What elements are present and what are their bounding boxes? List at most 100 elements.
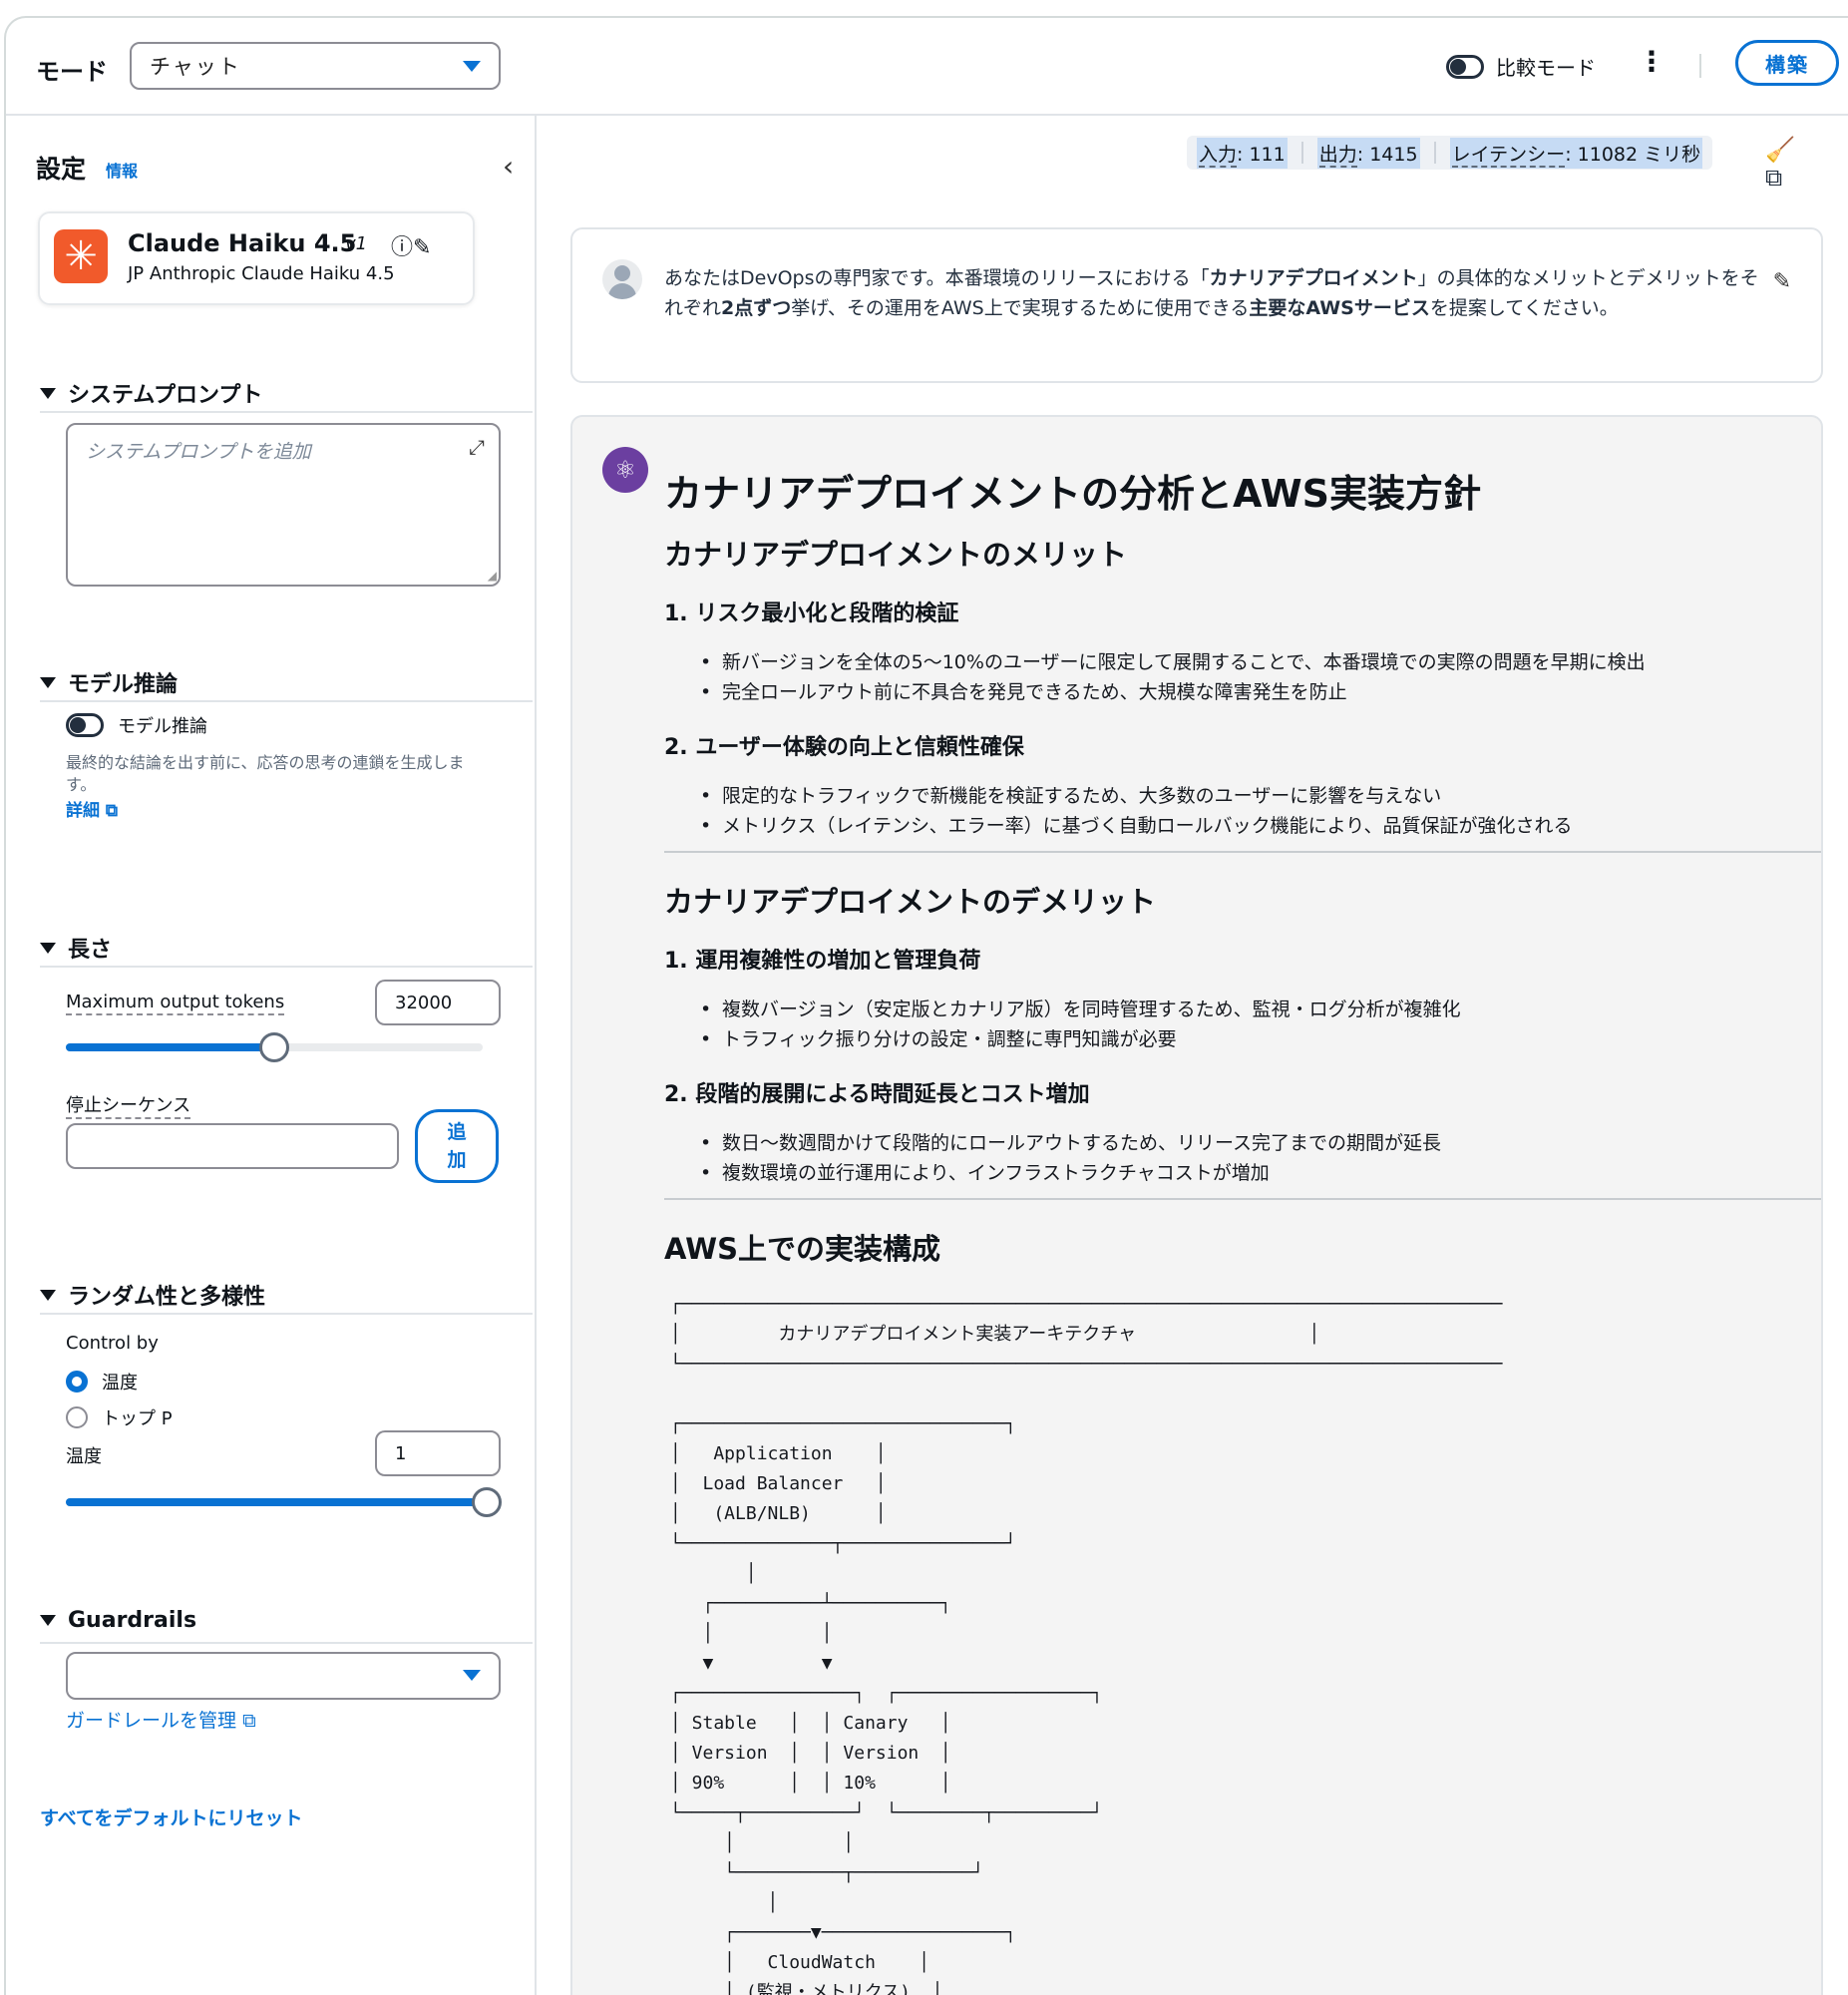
control-by-label: Control by bbox=[66, 1333, 159, 1354]
guardrails-header[interactable]: Guardrails bbox=[40, 1608, 196, 1633]
stat-divider bbox=[1433, 142, 1436, 164]
system-prompt-header[interactable]: システムプロンプト bbox=[40, 377, 262, 409]
divider bbox=[40, 1642, 533, 1644]
prompt-text-part: あなたはDevOpsの専門家です。本番環境のリリースにおける「 bbox=[664, 267, 1210, 289]
radio-temperature[interactable]: 温度 bbox=[66, 1369, 138, 1395]
chat-actions: 🧹⧉ bbox=[1765, 136, 1848, 192]
chat-panel: 入力: 111 出力: 1415 レイテンシー: 11082 ミリ秒 🧹⧉ あな… bbox=[539, 116, 1848, 1995]
expand-icon[interactable]: ⤢ bbox=[469, 435, 485, 459]
reset-defaults-link[interactable]: すべてをデフォルトにリセット bbox=[40, 1807, 303, 1829]
merit-2-list: 限定的なトラフィックで新機能を検証するため、大多数のユーザーに影響を与えない メ… bbox=[700, 781, 1821, 841]
app-frame: モード チャット 比較モード ⋮ 構築 設定 情報 ‹ ✳ Claude Hai… bbox=[4, 16, 1848, 1995]
latency-stat-label: レイテンシー bbox=[1451, 143, 1566, 168]
external-link-icon: ⧉ bbox=[242, 1710, 256, 1732]
guardrails-header-label: Guardrails bbox=[68, 1608, 197, 1633]
demerit-2-list: 数日〜数週間かけて段階的にロールアウトするため、リリース完了までの期間が延長 複… bbox=[700, 1128, 1821, 1188]
top-bar: モード チャット 比較モード ⋮ 構築 bbox=[6, 18, 1848, 116]
max-tokens-slider-fill bbox=[66, 1043, 274, 1051]
more-options-icon[interactable]: ⋮ bbox=[1638, 48, 1665, 76]
max-tokens-label-wrap: Maximum output tokens bbox=[66, 992, 285, 1015]
max-tokens-input[interactable]: 32000 bbox=[375, 980, 501, 1025]
radio-top-p[interactable]: トップ P bbox=[66, 1404, 173, 1430]
length-header[interactable]: 長さ bbox=[40, 932, 112, 964]
list-item: 複数環境の並行運用により、インフラストラクチャコストが増加 bbox=[700, 1158, 1821, 1188]
details-link-label: 詳細 bbox=[66, 801, 100, 821]
manage-guardrails-label: ガードレールを管理 bbox=[66, 1710, 237, 1732]
temperature-slider-fill bbox=[66, 1498, 487, 1506]
max-tokens-slider[interactable] bbox=[66, 1032, 483, 1062]
aws-header: AWS上での実装構成 bbox=[664, 1232, 941, 1266]
build-button[interactable]: 構築 bbox=[1735, 40, 1839, 86]
randomness-header-label: ランダム性と多様性 bbox=[68, 1285, 266, 1310]
resize-handle-icon[interactable]: ◢ bbox=[488, 569, 497, 583]
divider bbox=[40, 700, 533, 702]
compare-mode-toggle[interactable] bbox=[1446, 54, 1484, 79]
edit-message-icon[interactable]: ✎ bbox=[1773, 269, 1791, 294]
prompt-text-part: を提案してください。 bbox=[1429, 297, 1619, 319]
temperature-label: 温度 bbox=[66, 1446, 102, 1467]
list-item: メトリクス（レイテンシ、エラー率）に基づく自動ロールバック機能により、品質保証が… bbox=[700, 811, 1821, 841]
radio-unselected-icon[interactable] bbox=[66, 1406, 88, 1428]
system-prompt-input[interactable]: システムプロンプトを追加 ⤢ ◢ bbox=[66, 423, 501, 587]
compare-mode[interactable]: 比較モード bbox=[1446, 52, 1596, 81]
mode-select[interactable]: チャット bbox=[130, 42, 501, 90]
demerit-1-list: 複数バージョン（安定版とカナリア版）を同時管理するため、監視・ログ分析が複雑化 … bbox=[700, 995, 1821, 1054]
prompt-text-part: 挙げ、その運用をAWS上で実現するために使用できる bbox=[791, 297, 1250, 319]
reasoning-toggle-switch[interactable] bbox=[66, 713, 104, 737]
caret-down-icon bbox=[40, 387, 56, 399]
caret-down-icon bbox=[40, 1615, 56, 1626]
user-avatar-icon bbox=[602, 259, 642, 299]
reasoning-toggle[interactable]: モデル推論 bbox=[66, 712, 207, 738]
assistant-message-content: カナリアデプロイメントの分析とAWS実装方針 カナリアデプロイメントのメリット … bbox=[664, 463, 1821, 1995]
list-item: 数日〜数週間かけて段階的にロールアウトするため、リリース完了までの期間が延長 bbox=[700, 1128, 1821, 1158]
edit-icon[interactable]: ✎ bbox=[413, 235, 431, 260]
demerit-1-title: 1. 運用複雑性の増加と管理負荷 bbox=[664, 949, 981, 974]
demerits-header: カナリアデプロイメントのデメリット bbox=[664, 885, 1157, 919]
radio-selected-icon[interactable] bbox=[66, 1371, 88, 1393]
collapse-panel-icon[interactable]: ‹ bbox=[503, 150, 514, 183]
model-card-icons: ⓘ✎ bbox=[391, 229, 431, 261]
model-reasoning-header[interactable]: モデル推論 bbox=[40, 666, 178, 698]
list-item: 複数バージョン（安定版とカナリア版）を同時管理するため、監視・ログ分析が複雑化 bbox=[700, 995, 1821, 1024]
caret-down-icon bbox=[463, 61, 481, 72]
add-stop-sequence-button[interactable]: 追加 bbox=[415, 1109, 499, 1183]
caret-down-icon bbox=[40, 676, 56, 688]
copy-icon[interactable]: ⧉ bbox=[1765, 164, 1804, 192]
external-link-icon: ⧉ bbox=[105, 801, 119, 821]
stat-divider bbox=[1300, 142, 1303, 164]
system-prompt-header-label: システムプロンプト bbox=[68, 383, 263, 408]
model-version: v1 bbox=[345, 233, 368, 254]
compare-mode-label: 比較モード bbox=[1496, 56, 1596, 80]
toolbar-divider bbox=[1699, 54, 1701, 78]
model-card[interactable]: ✳ Claude Haiku 4.5 v1 ⓘ✎ JP Anthropic Cl… bbox=[38, 211, 475, 305]
temperature-input[interactable]: 1 bbox=[375, 1430, 501, 1476]
settings-title: 設定 bbox=[36, 155, 87, 184]
input-stat: 入力: 111 bbox=[1197, 137, 1288, 169]
divider bbox=[40, 1313, 533, 1315]
list-item: 完全ロールアウト前に不具合を発見できるため、大規模な障害発生を防止 bbox=[700, 677, 1821, 707]
system-prompt-placeholder: システムプロンプトを追加 bbox=[86, 441, 311, 463]
architecture-diagram: ┌───────────────────────────────────────… bbox=[670, 1294, 1503, 1995]
guardrails-select[interactable] bbox=[66, 1652, 501, 1700]
stop-sequence-input[interactable] bbox=[66, 1123, 399, 1169]
info-icon[interactable]: ⓘ bbox=[391, 235, 413, 260]
assistant-message-card: ⚛ カナリアデプロイメントの分析とAWS実装方針 カナリアデプロイメントのメリッ… bbox=[570, 415, 1823, 1995]
output-stat: 出力: 1415 bbox=[1316, 137, 1420, 169]
mode-label: モード bbox=[36, 58, 108, 86]
caret-down-icon bbox=[40, 1289, 56, 1301]
temperature-slider[interactable] bbox=[66, 1487, 502, 1517]
max-tokens-slider-thumb[interactable] bbox=[259, 1032, 289, 1062]
token-stats: 入力: 111 出力: 1415 レイテンシー: 11082 ミリ秒 bbox=[1187, 136, 1713, 170]
user-message-card: あなたはDevOpsの専門家です。本番環境のリリースにおける「カナリアデプロイメ… bbox=[570, 227, 1823, 383]
reasoning-details-link[interactable]: 詳細 ⧉ bbox=[66, 800, 118, 822]
randomness-header[interactable]: ランダム性と多様性 bbox=[40, 1279, 265, 1311]
reasoning-toggle-label: モデル推論 bbox=[118, 716, 207, 737]
user-message-text: あなたはDevOpsの専門家です。本番環境のリリースにおける「カナリアデプロイメ… bbox=[664, 263, 1761, 323]
temperature-slider-thumb[interactable] bbox=[472, 1487, 502, 1517]
input-stat-label: 入力 bbox=[1199, 143, 1238, 168]
manage-guardrails-link[interactable]: ガードレールを管理 ⧉ bbox=[66, 1710, 256, 1732]
stop-seq-label: 停止シーケンス bbox=[66, 1095, 191, 1119]
clear-chat-broom-icon[interactable]: 🧹 bbox=[1765, 136, 1817, 164]
divider bbox=[664, 851, 1821, 853]
info-link[interactable]: 情報 bbox=[106, 158, 138, 182]
